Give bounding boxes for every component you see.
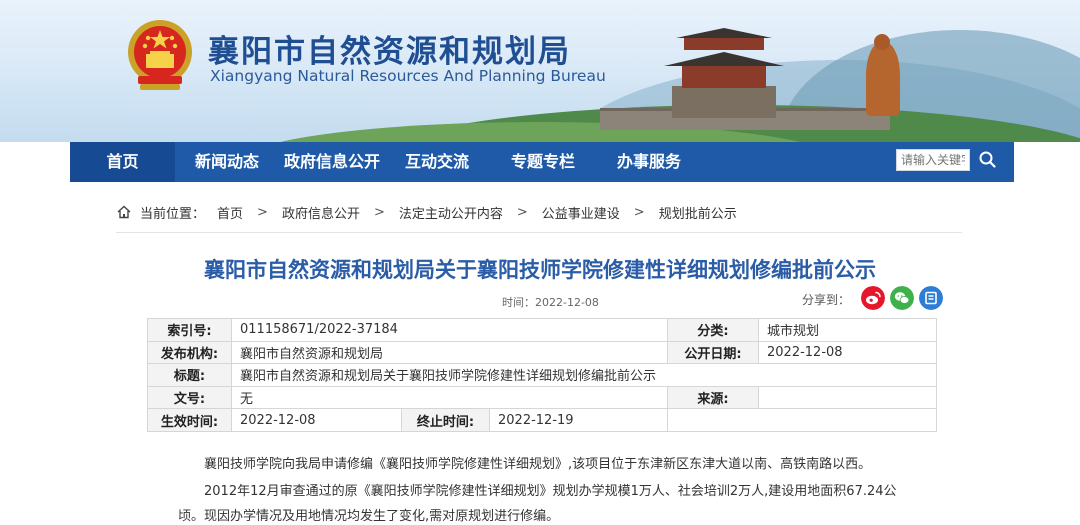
banner-statue-head — [874, 34, 890, 50]
banner-statue — [866, 42, 900, 116]
body-paragraph-2-cont: 顷。现因办学情况及用地情况均发生了变化,需对原规划进行修编。 — [178, 509, 560, 524]
index-label: 索引号: — [147, 318, 232, 342]
breadcrumb-gov-info[interactable]: 政府信息公开 — [282, 203, 360, 222]
end-label: 终止时间: — [401, 408, 490, 432]
docno-label: 文号: — [147, 385, 232, 410]
effective-label: 生效时间: — [147, 408, 232, 432]
weibo-share-icon[interactable] — [861, 286, 885, 310]
breadcrumb-home[interactable]: 首页 — [217, 203, 243, 222]
category-label: 分类: — [667, 318, 759, 342]
site-subtitle: Xiangyang Natural Resources And Planning… — [210, 67, 606, 85]
nav-item-interaction[interactable]: 互动交流 — [400, 142, 474, 182]
pubdate-label: 公开日期: — [667, 340, 759, 365]
nav-item-topics[interactable]: 专题专栏 — [506, 142, 580, 182]
empty-cell — [667, 408, 937, 432]
search-input[interactable] — [896, 149, 970, 171]
banner-tower-base — [672, 86, 776, 118]
subject-label: 标题: — [147, 363, 232, 387]
table-row: 索引号: 011158671/2022-37184 分类: 城市规划 — [147, 318, 937, 342]
table-row: 发布机构: 襄阳市自然资源和规划局 公开日期: 2022-12-08 — [147, 340, 937, 365]
site-title: 襄阳市自然资源和规划局 — [208, 34, 571, 70]
effective-value: 2022-12-08 — [231, 408, 402, 432]
index-value: 011158671/2022-37184 — [231, 318, 668, 342]
banner-tower-roof — [684, 36, 764, 50]
body-paragraph-2: 2012年12月审查通过的原《襄阳技师学院修建性详细规划》规划办学规模1万人、社… — [204, 484, 897, 499]
national-emblem-icon — [128, 20, 192, 90]
table-row: 标题: 襄阳市自然资源和规划局关于襄阳技师学院修建性详细规划修编批前公示 — [147, 363, 937, 387]
banner-tower-roof — [676, 28, 772, 38]
publisher-value: 襄阳市自然资源和规划局 — [231, 340, 668, 365]
publisher-label: 发布机构: — [147, 340, 232, 365]
qzone-share-icon[interactable] — [919, 286, 943, 310]
main-nav: 首页 新闻动态 政府信息公开 互动交流 专题专栏 办事服务 — [70, 142, 1014, 182]
breadcrumb-separator: > — [257, 204, 268, 220]
category-value: 城市规划 — [758, 318, 937, 342]
pubdate-value: 2022-12-08 — [758, 340, 937, 365]
source-value — [758, 385, 937, 410]
breadcrumb-planning-notice[interactable]: 规划批前公示 — [659, 203, 737, 222]
share-label: 分享到： — [802, 293, 851, 307]
site-header: 襄阳市自然资源和规划局 Xiangyang Natural Resources … — [0, 0, 1080, 142]
docno-value: 无 — [231, 385, 668, 410]
source-label: 来源: — [667, 385, 759, 410]
breadcrumb-divider — [116, 232, 962, 233]
breadcrumb-statutory[interactable]: 法定主动公开内容 — [399, 203, 503, 222]
end-value: 2022-12-19 — [489, 408, 668, 432]
breadcrumb-public-welfare[interactable]: 公益事业建设 — [542, 203, 620, 222]
search-icon[interactable] — [972, 145, 1004, 175]
wechat-share-icon[interactable] — [890, 286, 914, 310]
breadcrumb-separator: > — [516, 204, 528, 220]
home-icon — [117, 205, 131, 219]
banner-tower-roof — [664, 52, 784, 66]
breadcrumb-label: 当前位置： — [140, 206, 206, 222]
breadcrumb: 当前位置： 首页 > 政府信息公开 > 法定主动公开内容 > 公益事业建设 > … — [116, 203, 737, 222]
nav-item-news[interactable]: 新闻动态 — [187, 142, 267, 182]
breadcrumb-separator: > — [373, 204, 385, 220]
nav-item-home[interactable]: 首页 — [70, 142, 175, 182]
table-row: 生效时间: 2022-12-08 终止时间: 2022-12-19 — [147, 408, 937, 432]
nav-item-gov-info[interactable]: 政府信息公开 — [278, 142, 386, 182]
nav-item-services[interactable]: 办事服务 — [612, 142, 686, 182]
document-info-table: 索引号: 011158671/2022-37184 分类: 城市规划 发布机构:… — [147, 318, 937, 432]
article-date: 时间：2022-12-08 — [502, 296, 599, 309]
table-row: 文号: 无 来源: — [147, 385, 937, 410]
body-paragraph-1: 襄阳技师学院向我局申请修编《襄阳技师学院修建性详细规划》,该项目位于东津新区东津… — [204, 457, 872, 472]
breadcrumb-separator: > — [633, 204, 645, 220]
subject-value: 襄阳市自然资源和规划局关于襄阳技师学院修建性详细规划修编批前公示 — [231, 363, 937, 387]
article-title: 襄阳市自然资源和规划局关于襄阳技师学院修建性详细规划修编批前公示 — [204, 258, 876, 282]
